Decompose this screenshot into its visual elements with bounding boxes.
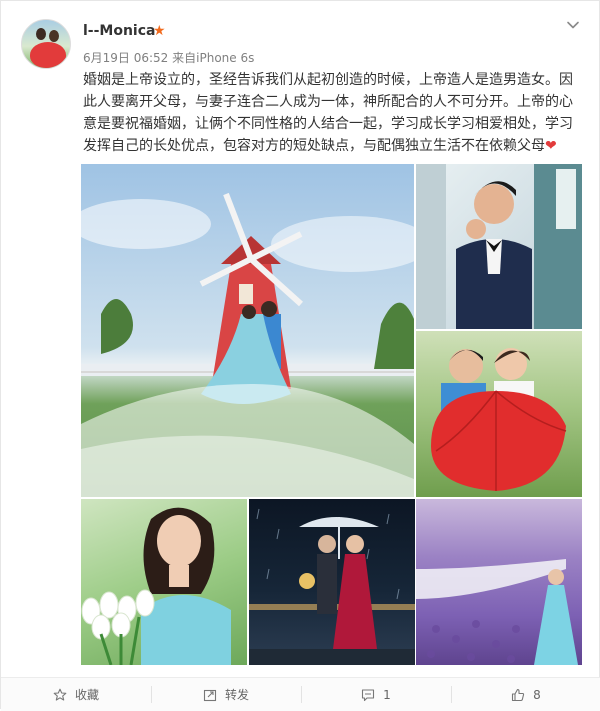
photo-couple-umbrella[interactable] bbox=[416, 331, 582, 497]
comment-icon bbox=[362, 688, 375, 701]
lavender-illustration bbox=[416, 559, 578, 665]
heart-emoji: ❤ bbox=[545, 138, 557, 154]
avatar-person bbox=[36, 28, 46, 40]
like-count: 8 bbox=[533, 687, 541, 702]
chevron-down-icon[interactable] bbox=[566, 18, 580, 32]
weibo-post-card: l--Monica ★ 6月19日 06:52 来自iPhone 6s 婚姻是上… bbox=[0, 0, 600, 711]
repost-button[interactable]: 转发 bbox=[151, 678, 301, 711]
photo-bride-lavender[interactable] bbox=[416, 499, 582, 665]
avatar-person bbox=[49, 30, 59, 42]
comment-button[interactable]: 1 bbox=[301, 678, 451, 711]
repost-label: 转发 bbox=[224, 688, 249, 702]
source-prefix: 来自 bbox=[172, 51, 197, 65]
avatar[interactable] bbox=[21, 19, 71, 69]
favorite-label: 收藏 bbox=[74, 688, 99, 702]
groom-illustration bbox=[416, 164, 582, 329]
bride-illustration bbox=[81, 507, 231, 665]
post-actions-bar: 收藏 转发 1 8 bbox=[1, 677, 600, 711]
thumbs-up-icon bbox=[512, 688, 525, 701]
windmill-illustration bbox=[81, 192, 414, 497]
umbrella-illustration bbox=[431, 348, 567, 491]
post-time[interactable]: 6月19日 06:52 bbox=[83, 51, 168, 65]
like-button[interactable]: 8 bbox=[451, 678, 600, 711]
vip-star-icon: ★ bbox=[153, 23, 166, 39]
avatar-umbrella bbox=[30, 42, 66, 68]
photo-couple-night-rain[interactable] bbox=[249, 499, 415, 665]
photo-bride-tulips[interactable] bbox=[81, 499, 247, 665]
post-text: 婚姻是上帝设立的，圣经告诉我们从起初创造的时候，上帝造人是造男造女。因此人要离开… bbox=[83, 69, 583, 157]
repost-icon bbox=[203, 689, 217, 701]
post-body: 婚姻是上帝设立的，圣经告诉我们从起初创造的时候，上帝造人是造男造女。因此人要离开… bbox=[83, 72, 573, 154]
photo-groom[interactable] bbox=[416, 164, 582, 329]
username[interactable]: l--Monica bbox=[83, 23, 155, 39]
favorite-button[interactable]: 收藏 bbox=[1, 678, 151, 711]
comment-count: 1 bbox=[383, 687, 391, 702]
photo-windmill-couple[interactable] bbox=[81, 164, 414, 497]
post-meta: 6月19日 06:52 来自iPhone 6s bbox=[83, 49, 254, 66]
post-source[interactable]: iPhone 6s bbox=[196, 51, 254, 65]
star-outline-icon bbox=[53, 688, 67, 701]
night-illustration bbox=[249, 508, 415, 665]
